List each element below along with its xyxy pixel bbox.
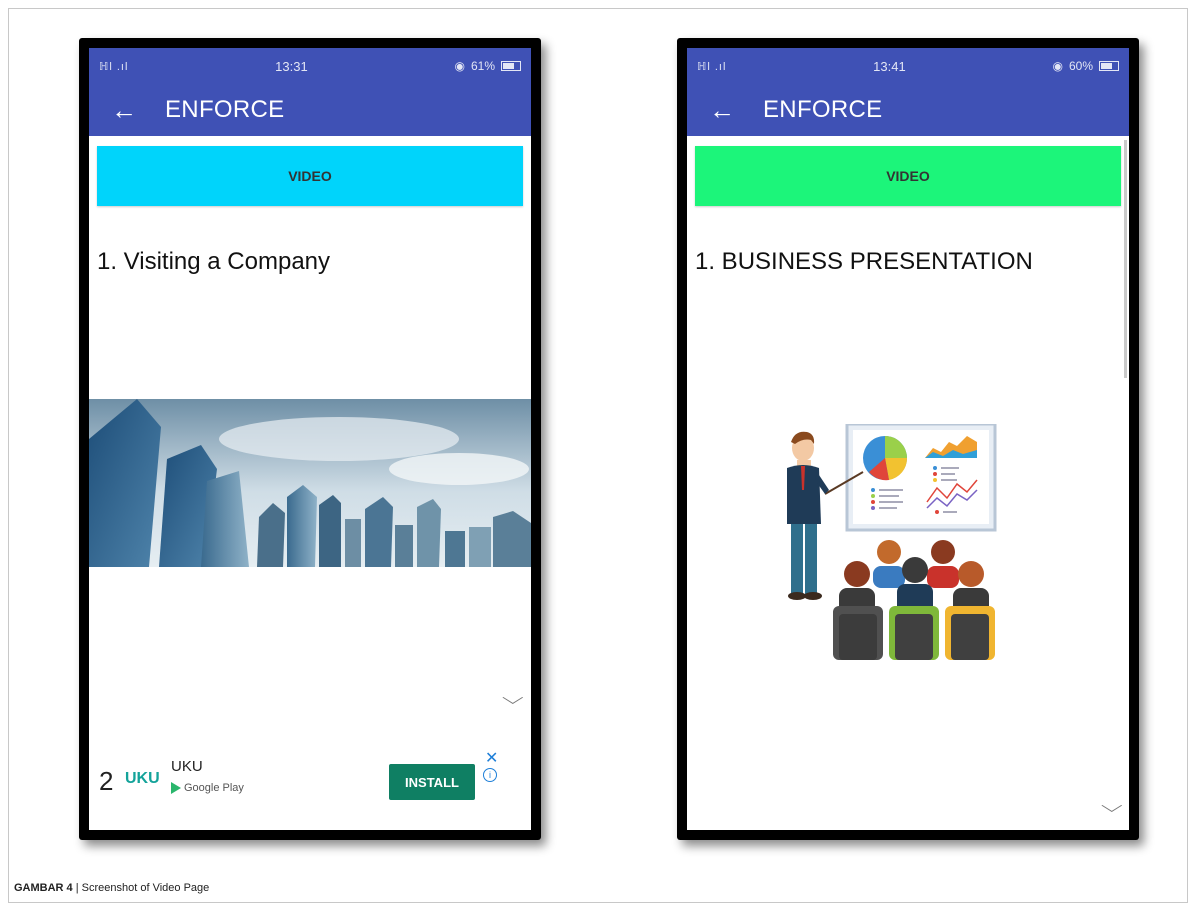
alarm-icon: ◉ — [1052, 59, 1063, 73]
close-icon[interactable]: ✕ — [485, 748, 498, 768]
chevron-down-icon[interactable]: ⌵ — [1101, 796, 1123, 817]
app-title: ENFORCE — [165, 96, 285, 123]
battery-percent: 60% — [1068, 59, 1093, 73]
status-right: ◉ 61% — [454, 59, 521, 73]
battery-icon — [501, 61, 521, 71]
item-title[interactable]: 1. Visiting a Company — [97, 248, 531, 276]
item-title[interactable]: 1. BUSINESS PRESENTATION — [695, 248, 1129, 276]
alarm-icon: ◉ — [454, 59, 465, 73]
figure-caption: GAMBAR 4 | Screenshot of Video Page — [14, 882, 209, 894]
status-time: 13:31 — [275, 58, 308, 74]
phone-left-screen: ℍl .ıl 13:31 ◉ 61% ← ENFORCE VIDEO 1. Vi… — [89, 48, 531, 830]
signal-icon: ℍl .ıl — [99, 60, 129, 73]
phone-right: ℍl .ıl 13:41 ◉ 60% ← ENFORCE VIDEO 1. BU… — [677, 38, 1139, 840]
app-title: ENFORCE — [763, 96, 883, 123]
video-button[interactable]: VIDEO — [97, 146, 523, 206]
back-arrow-icon[interactable]: ← — [111, 97, 143, 123]
caption-text: Screenshot of Video Page — [81, 882, 210, 894]
battery-percent: 61% — [470, 59, 495, 73]
ad-logo: UKU — [125, 770, 160, 787]
phone-right-screen: ℍl .ıl 13:41 ◉ 60% ← ENFORCE VIDEO 1. BU… — [687, 48, 1129, 830]
status-time: 13:41 — [873, 58, 906, 74]
ad-app-name: UKU — [171, 758, 203, 775]
phone-left: ℍl .ıl 13:31 ◉ 61% ← ENFORCE VIDEO 1. Vi… — [79, 38, 541, 840]
caption-label: GAMBAR 4 — [14, 882, 73, 894]
city-skyline-image[interactable] — [89, 399, 531, 567]
scrollbar[interactable] — [1124, 140, 1127, 378]
app-bar: ← ENFORCE — [89, 84, 531, 136]
signal-icon: ℍl .ıl — [697, 60, 727, 73]
ad-store-label: Google Play — [184, 782, 244, 794]
battery-icon — [1099, 61, 1119, 71]
back-arrow-icon[interactable]: ← — [709, 97, 741, 123]
ad-banner[interactable]: 2 UKU UKU Google Play INSTALL ✕ i — [89, 738, 531, 830]
business-presentation-illustration[interactable] — [777, 424, 1017, 660]
caption-separator: | — [72, 882, 82, 894]
ad-number: 2 — [99, 766, 114, 796]
status-bar: ℍl .ıl 13:41 ◉ 60% — [687, 48, 1129, 84]
info-icon[interactable]: i — [483, 768, 497, 782]
status-bar: ℍl .ıl 13:31 ◉ 61% — [89, 48, 531, 84]
google-play-badge: Google Play — [171, 782, 244, 794]
video-button[interactable]: VIDEO — [695, 146, 1121, 206]
status-right: ◉ 60% — [1052, 59, 1119, 73]
chevron-down-icon[interactable]: ⌵ — [502, 688, 524, 709]
install-button[interactable]: INSTALL — [389, 764, 475, 800]
google-play-icon — [171, 782, 181, 794]
app-bar: ← ENFORCE — [687, 84, 1129, 136]
